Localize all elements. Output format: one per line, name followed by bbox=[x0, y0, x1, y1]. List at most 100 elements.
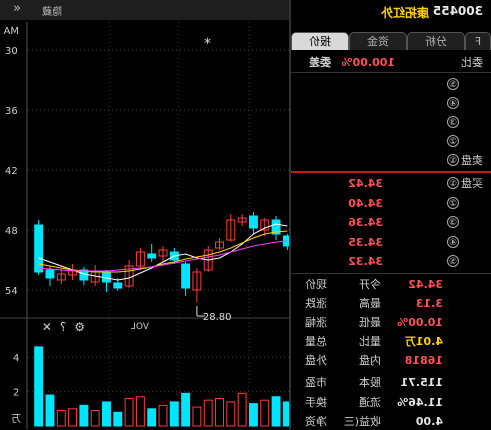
weibi-value: 100.00% bbox=[341, 56, 395, 69]
volume-bar bbox=[158, 404, 168, 427]
volume-bar bbox=[282, 401, 289, 427]
volume-tools: ⚙? ✕ bbox=[42, 320, 93, 334]
chart-area[interactable]: 隐藏 « 54 48 42 36 30 28.80 2 4 MA * VOL ⚙?✕ 万 bbox=[0, 0, 289, 429]
buy-row-2[interactable]: ② 34.40 bbox=[291, 195, 491, 213]
ma-label: MA bbox=[3, 26, 19, 37]
level-badge: ② bbox=[447, 135, 459, 147]
stat-value: 115.71 bbox=[400, 376, 443, 389]
volume-unit: 万 bbox=[11, 414, 21, 425]
low-marker-label: 28.80 bbox=[203, 312, 232, 323]
stat-value: 16818 bbox=[404, 354, 443, 367]
vol-tick-label: 2 bbox=[13, 388, 19, 399]
stat-value: 3.13 bbox=[415, 297, 443, 310]
stat-label: 外盘 bbox=[305, 354, 327, 367]
stat-label: 换手 bbox=[305, 396, 327, 409]
stat-row: 今开 34.42 现价 bbox=[291, 276, 491, 293]
sell-label: 卖盘 bbox=[461, 154, 483, 167]
stat-label: 股本 bbox=[359, 376, 381, 389]
stat-row: 内盘 16818 外盘 bbox=[291, 352, 491, 369]
level-badge: ③ bbox=[447, 216, 459, 228]
level-badge: ⑤ bbox=[447, 78, 459, 90]
y-tick-label: 54 bbox=[5, 286, 18, 297]
sell-row-4[interactable]: ④ bbox=[291, 95, 491, 113]
stat-label: 净资 bbox=[305, 415, 327, 428]
volume-bar bbox=[147, 408, 157, 427]
buy-price: 34.40 bbox=[348, 197, 383, 210]
help-icon[interactable]: ? bbox=[60, 320, 66, 334]
stat-row: 股本 115.71 市盈 bbox=[291, 374, 491, 391]
volume-bar bbox=[215, 397, 224, 427]
close-icon[interactable]: ✕ bbox=[42, 320, 52, 334]
level-badge: ④ bbox=[447, 97, 459, 109]
stat-value: 11.46% bbox=[397, 396, 443, 409]
weibi-label: 委比 bbox=[461, 56, 483, 69]
volume-bar bbox=[237, 392, 247, 427]
y-tick-label: 36 bbox=[5, 106, 18, 117]
volume-bar bbox=[34, 346, 44, 427]
buy-label: 买盘 bbox=[461, 177, 483, 190]
stat-label: 收益(三 bbox=[343, 415, 381, 428]
volume-bar bbox=[102, 401, 111, 427]
buy-row-4[interactable]: ④ 34.35 bbox=[291, 234, 491, 252]
candle-body bbox=[248, 215, 258, 229]
volume-bar bbox=[203, 399, 213, 427]
tab-analysis[interactable]: 分析 bbox=[407, 32, 465, 50]
stat-label: 内盘 bbox=[359, 354, 381, 367]
level-badge: ① bbox=[447, 177, 459, 189]
y-tick-label: 30 bbox=[5, 46, 18, 57]
volume-bar bbox=[169, 401, 179, 427]
vol-tick-label: 4 bbox=[13, 353, 19, 364]
volume-bar bbox=[113, 411, 123, 427]
sell-row-2[interactable]: ② bbox=[291, 133, 491, 151]
stat-label: 总量 bbox=[305, 335, 327, 348]
y-tick-label: 42 bbox=[5, 166, 18, 177]
buy-price: 34.32 bbox=[348, 255, 383, 268]
level-badge: ④ bbox=[447, 236, 459, 248]
volume-bar bbox=[124, 397, 134, 427]
volume-bar bbox=[271, 396, 281, 427]
candle-body bbox=[113, 282, 123, 289]
buy-row-3[interactable]: ③ 34.36 bbox=[291, 214, 491, 232]
volume-bar bbox=[248, 403, 258, 427]
stat-label: 涨幅 bbox=[305, 316, 327, 329]
level-badge: ① bbox=[447, 154, 459, 166]
panel-divider[interactable] bbox=[289, 0, 291, 429]
panel-tabs: 报价 资金 分析 F bbox=[291, 32, 491, 50]
stock-code: 300455 bbox=[432, 4, 483, 18]
sell-row-3[interactable]: ③ bbox=[291, 114, 491, 132]
star-icon[interactable]: * bbox=[204, 36, 211, 52]
quote-panel: 300455 康拓红外 报价 资金 分析 F 委比 100.00% 委差 ⑤ ④… bbox=[291, 0, 491, 429]
buy-price: 34.42 bbox=[348, 177, 383, 190]
stat-value: 34.42 bbox=[408, 278, 443, 291]
sell-row-1[interactable]: 卖盘 ① bbox=[291, 152, 491, 170]
stat-label: 今开 bbox=[359, 278, 381, 291]
stat-label: 流通 bbox=[359, 396, 381, 409]
weibi-row: 委比 100.00% 委差 bbox=[291, 54, 491, 72]
candlestick-chart[interactable]: 54 48 42 36 30 28.80 2 4 bbox=[0, 0, 289, 429]
stock-name: 康拓红外 bbox=[380, 6, 429, 20]
candle-body bbox=[102, 271, 111, 283]
stat-row: 最高 3.13 涨跌 bbox=[291, 295, 491, 312]
tab-quote[interactable]: 报价 bbox=[291, 32, 349, 50]
tab-f[interactable]: F bbox=[465, 32, 491, 50]
buy-row-1[interactable]: 买盘 ① 34.42 bbox=[291, 175, 491, 193]
level-badge: ③ bbox=[447, 116, 459, 128]
stat-row: 量比 4.01万 总量 bbox=[291, 333, 491, 350]
tab-funds[interactable]: 资金 bbox=[349, 32, 407, 50]
volume-bar bbox=[135, 396, 145, 427]
gear-icon[interactable]: ⚙ bbox=[74, 320, 85, 334]
sell-row-5[interactable]: ⑤ bbox=[291, 76, 491, 94]
stat-label: 涨跌 bbox=[305, 297, 327, 310]
stat-value: 10.00% bbox=[397, 316, 443, 329]
stat-value: 4.00 bbox=[415, 415, 443, 428]
level-badge: ② bbox=[447, 197, 459, 209]
candle-body bbox=[181, 263, 191, 289]
stat-value: 4.01万 bbox=[404, 335, 443, 348]
stat-row: 收益(三 4.00 净资 bbox=[291, 413, 491, 430]
volume-bar bbox=[260, 399, 270, 427]
volume-bar bbox=[192, 406, 202, 427]
stat-label: 量比 bbox=[359, 335, 381, 348]
y-tick-label: 48 bbox=[5, 226, 18, 237]
buy-row-5[interactable]: ⑤ 34.32 bbox=[291, 253, 491, 271]
stat-row: 流通 11.46% 换手 bbox=[291, 394, 491, 411]
